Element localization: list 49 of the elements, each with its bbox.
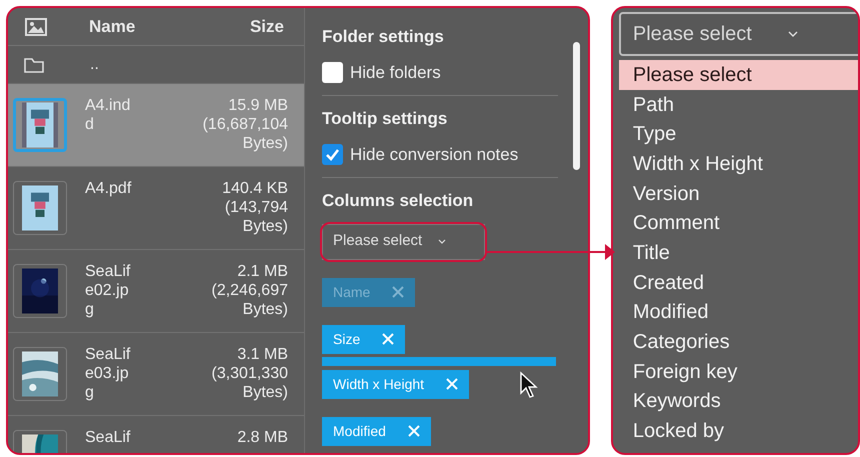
file-name: .. — [90, 54, 99, 74]
file-bytes: (16,687,104 Bytes) — [202, 115, 288, 153]
scrollbar-thumb[interactable] — [572, 42, 580, 170]
select-field[interactable]: Please select — [322, 224, 485, 260]
image-icon — [25, 18, 47, 36]
dropdown-option[interactable]: Modified — [618, 298, 858, 328]
file-name: A4.indd — [85, 96, 132, 134]
column-tag[interactable]: Width x Height — [322, 370, 470, 398]
checkbox[interactable] — [322, 62, 343, 83]
file-size: 2.8 MB — [237, 428, 288, 447]
column-header[interactable]: Name — [89, 14, 136, 40]
select-field[interactable]: Please select — [618, 12, 858, 56]
file-name: SeaLif — [85, 428, 132, 447]
file-bytes: (2,246,697 Bytes) — [210, 281, 288, 319]
section-heading: Folder settings — [322, 26, 445, 48]
file-name: SeaLife02.jpg — [85, 262, 132, 319]
checkbox[interactable] — [322, 144, 343, 165]
file-name: A4.pdf — [85, 179, 132, 198]
folder-icon — [24, 56, 44, 72]
dropdown-option[interactable]: Categories — [618, 327, 858, 357]
section-heading: Tooltip settings — [322, 108, 448, 130]
file-size: 15.9 MB — [228, 96, 288, 115]
chevron-down-icon — [438, 238, 446, 244]
column-tag[interactable]: Size — [322, 324, 406, 354]
dropdown-option[interactable]: Type — [618, 119, 858, 150]
dropdown-option[interactable]: Width x Height — [618, 149, 858, 179]
cursor-icon — [519, 371, 539, 399]
dropdown-option[interactable]: Please select — [618, 60, 858, 90]
checkbox-label: Hide conversion notes — [350, 144, 518, 166]
dropdown-option[interactable]: Keywords — [618, 386, 858, 416]
dropdown-option[interactable]: Comment — [618, 208, 858, 238]
dropdown-option[interactable]: Created — [618, 268, 858, 298]
column-header[interactable]: Size — [250, 14, 284, 40]
dropdown-option[interactable]: Path — [618, 90, 858, 120]
file-size: 3.1 MB — [237, 345, 288, 364]
file-name: SeaLife03.jpg — [85, 345, 132, 402]
column-tag[interactable]: Modified — [322, 416, 431, 446]
section-heading: Columns selection — [322, 190, 474, 212]
file-size: 140.4 KB — [222, 179, 288, 198]
dropdown-option[interactable]: Title — [618, 238, 858, 268]
file-size: 2.1 MB — [237, 262, 288, 281]
dropdown-option[interactable]: Version — [618, 178, 858, 208]
checkbox-label: Hide folders — [350, 62, 441, 84]
dropdown-option[interactable]: Locked by — [618, 416, 858, 446]
file-bytes: (143,794 Bytes) — [224, 198, 288, 236]
chevron-down-icon — [788, 30, 798, 38]
check-icon — [325, 148, 340, 161]
dropdown-option[interactable]: Foreign key — [618, 356, 858, 387]
file-bytes: (3,301,330 Bytes) — [210, 364, 288, 402]
